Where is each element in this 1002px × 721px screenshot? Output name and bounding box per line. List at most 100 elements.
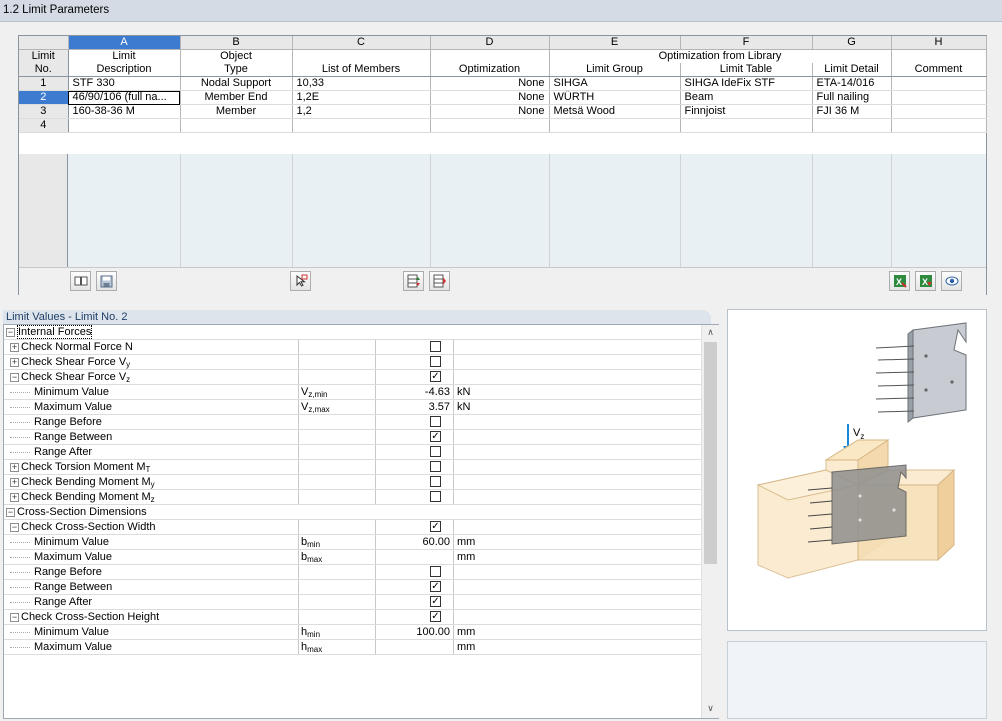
tree-row[interactable]: Maximum Value hmax mm <box>4 640 701 655</box>
scroll-up-icon[interactable]: ∧ <box>705 327 716 339</box>
limit-parameters-grid[interactable]: A B C D E F G H Limit Limit Object Optim… <box>18 35 987 295</box>
value-cell[interactable]: ✓ <box>376 520 454 534</box>
cell-members[interactable]: 10,33 <box>292 76 431 91</box>
column-letter[interactable]: C <box>292 36 431 50</box>
export-limits-button[interactable] <box>429 271 450 291</box>
cell-comment[interactable] <box>891 90 987 105</box>
tree-row[interactable]: Minimum Value Vz,min -4.63 kN <box>4 385 701 400</box>
table-row[interactable]: 3 160-38-36 M Member 1,2 None Metsä Wood… <box>19 104 987 119</box>
column-letter[interactable]: F <box>680 36 813 50</box>
column-letter[interactable]: E <box>549 36 681 50</box>
tree-row[interactable]: Range Before <box>4 415 701 430</box>
tree-row[interactable]: + Check Torsion Moment MT <box>4 460 701 475</box>
tree-row[interactable]: − Check Cross-Section Height ✓ <box>4 610 701 625</box>
cell-group[interactable]: SIHGA <box>549 76 681 91</box>
tree-row[interactable]: − Check Cross-Section Width ✓ <box>4 520 701 535</box>
cell-detail[interactable] <box>812 118 892 133</box>
tree-row[interactable]: + Check Bending Moment My <box>4 475 701 490</box>
checkbox[interactable] <box>430 416 441 427</box>
select-members-button[interactable] <box>290 271 311 291</box>
value-cell[interactable] <box>376 475 454 489</box>
value-cell[interactable] <box>376 640 454 654</box>
value-cell[interactable]: ✓ <box>376 370 454 384</box>
value-cell[interactable]: 3.57 <box>376 400 454 414</box>
collapse-icon[interactable]: − <box>6 327 15 337</box>
collapse-icon[interactable]: − <box>10 372 19 382</box>
cell-detail[interactable]: ETA-14/016 <box>812 76 892 91</box>
column-letter[interactable]: A <box>68 36 181 50</box>
expand-icon[interactable]: + <box>10 462 19 472</box>
checkbox[interactable]: ✓ <box>430 521 441 532</box>
row-number[interactable]: 2 <box>19 90 69 105</box>
tree-row[interactable]: + Check Bending Moment Mz <box>4 490 701 505</box>
cell-description[interactable]: 46/90/106 (full na... <box>68 90 181 105</box>
collapse-icon[interactable]: − <box>10 612 19 622</box>
cell-optimization[interactable]: None <box>430 76 550 91</box>
tree-row[interactable]: Range After <box>4 445 701 460</box>
cell-type[interactable]: Nodal Support <box>180 76 293 91</box>
cell-description[interactable]: STF 330 <box>68 76 181 91</box>
cell-members[interactable]: 1,2 <box>292 104 431 119</box>
value-cell[interactable] <box>376 565 454 579</box>
checkbox[interactable] <box>430 446 441 457</box>
cell-type[interactable]: Member End <box>180 90 293 105</box>
tree-row[interactable]: Maximum Value Vz,max 3.57 kN <box>4 400 701 415</box>
cell-table[interactable]: Beam <box>680 90 813 105</box>
checkbox[interactable]: ✓ <box>430 611 441 622</box>
cell-group[interactable]: Metsä Wood <box>549 104 681 119</box>
row-number[interactable]: 4 <box>19 118 69 133</box>
value-cell[interactable]: ✓ <box>376 595 454 609</box>
checkbox[interactable] <box>430 476 441 487</box>
cell-optimization[interactable]: None <box>430 90 550 105</box>
value-cell[interactable]: ✓ <box>376 430 454 444</box>
tree-row[interactable]: − Internal Forces <box>4 325 701 340</box>
cell-description[interactable]: 160-38-36 M <box>68 104 181 119</box>
expand-icon[interactable]: + <box>10 357 19 367</box>
tree-row[interactable]: Maximum Value bmax mm <box>4 550 701 565</box>
value-cell[interactable]: ✓ <box>376 580 454 594</box>
tree-row[interactable]: − Check Shear Force Vz ✓ <box>4 370 701 385</box>
value-cell[interactable] <box>376 550 454 564</box>
value-cell[interactable]: ✓ <box>376 610 454 624</box>
row-number[interactable]: 3 <box>19 104 69 119</box>
checkbox[interactable]: ✓ <box>430 596 441 607</box>
cell-comment[interactable] <box>891 76 987 91</box>
value-cell[interactable] <box>376 415 454 429</box>
cell-group[interactable] <box>549 118 681 133</box>
value-cell[interactable] <box>376 460 454 474</box>
vertical-scrollbar[interactable]: ∧ ∨ <box>701 325 719 718</box>
excel-import-button[interactable]: X <box>915 271 936 291</box>
column-letter[interactable]: H <box>891 36 987 50</box>
checkbox[interactable]: ✓ <box>430 581 441 592</box>
cell-comment[interactable] <box>891 118 987 133</box>
cell-detail[interactable]: FJI 36 M <box>812 104 892 119</box>
cell-type[interactable]: Member <box>180 104 293 119</box>
checkbox[interactable] <box>430 461 441 472</box>
value-cell[interactable]: 60.00 <box>376 535 454 549</box>
checkbox[interactable] <box>430 356 441 367</box>
row-number[interactable]: 1 <box>19 76 69 91</box>
excel-export-button[interactable]: X <box>889 271 910 291</box>
column-letter[interactable]: D <box>430 36 550 50</box>
scroll-down-icon[interactable]: ∨ <box>705 703 716 715</box>
tree-row[interactable]: Range Between ✓ <box>4 580 701 595</box>
table-row[interactable]: 4 <box>19 118 987 133</box>
cell-table[interactable]: SIHGA IdeFix STF <box>680 76 813 91</box>
tree-row[interactable]: + Check Shear Force Vy <box>4 355 701 370</box>
cell-type[interactable] <box>180 118 293 133</box>
cell-members[interactable]: 1,2E <box>292 90 431 105</box>
expand-icon[interactable]: + <box>10 477 19 487</box>
limit-values-panel[interactable]: − Internal Forces + Check Normal Force N + Ch… <box>3 324 719 719</box>
collapse-icon[interactable]: − <box>6 507 15 517</box>
cell-table[interactable] <box>680 118 813 133</box>
tree-row[interactable]: + Check Normal Force N <box>4 340 701 355</box>
value-cell[interactable]: -4.63 <box>376 385 454 399</box>
checkbox[interactable]: ✓ <box>430 431 441 442</box>
expand-icon[interactable]: + <box>10 342 19 352</box>
value-cell[interactable]: 100.00 <box>376 625 454 639</box>
expand-icon[interactable]: + <box>10 492 19 502</box>
tree-row[interactable]: Range Between ✓ <box>4 430 701 445</box>
cell-group[interactable]: WÜRTH <box>549 90 681 105</box>
column-letter[interactable]: G <box>812 36 892 50</box>
cell-detail[interactable]: Full nailing <box>812 90 892 105</box>
